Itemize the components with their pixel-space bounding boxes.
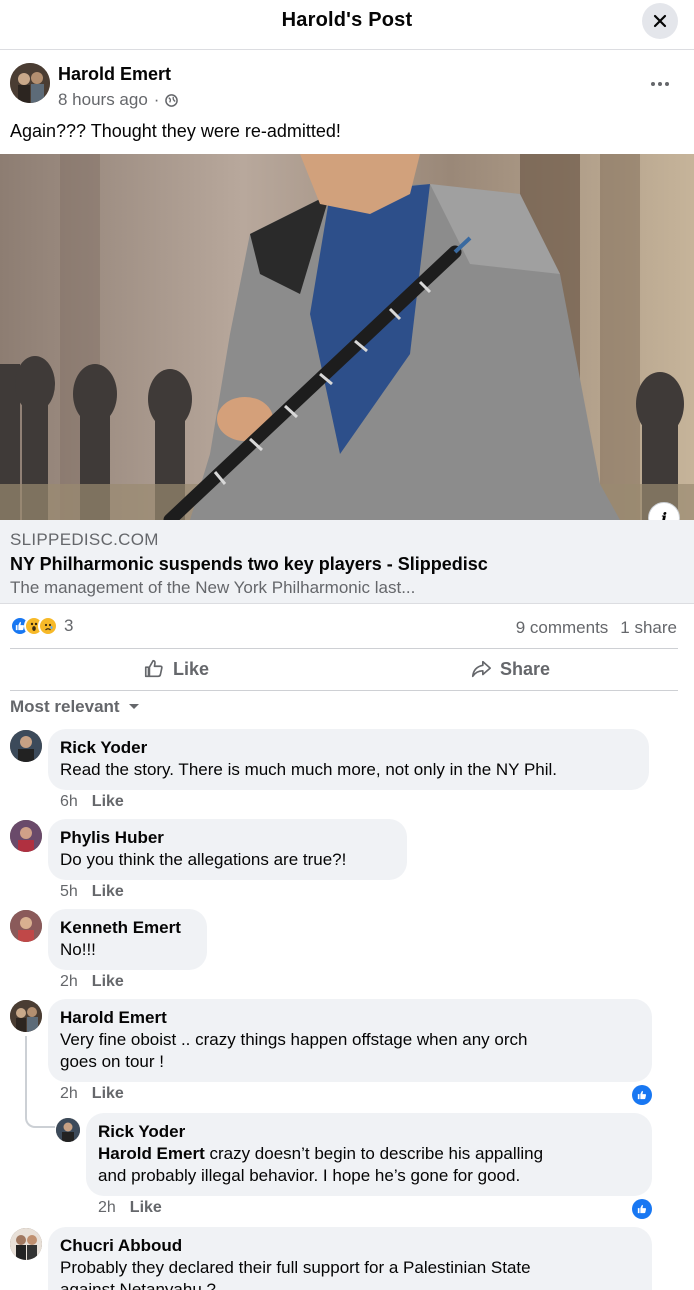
comment-time[interactable]: 5h: [60, 883, 78, 901]
link-description: The management of the New York Philharmo…: [10, 578, 416, 597]
comment-meta: 2h Like: [98, 1199, 162, 1217]
comment-text: Do you think the allegations are true?!: [60, 850, 347, 869]
comment-time[interactable]: 2h: [60, 1085, 78, 1103]
comment-text-line: Probably they declared their full suppor…: [60, 1258, 531, 1277]
mention-tag[interactable]: Harold Emert: [98, 1144, 205, 1163]
share-button-label: Share: [500, 658, 551, 679]
commenter-avatar[interactable]: [10, 730, 42, 762]
sort-label: Most relevant: [10, 697, 120, 716]
thumbs-up-icon: [637, 1090, 647, 1100]
comment-text: Read the story. There is much much more,…: [60, 760, 558, 779]
comment-bubble: Chucri Abboud Probably they declared the…: [48, 1227, 652, 1290]
comment-like-button[interactable]: Like: [92, 883, 124, 901]
comment-like-button[interactable]: Like: [130, 1199, 162, 1217]
comment-time[interactable]: 2h: [98, 1199, 116, 1217]
comment-time[interactable]: 6h: [60, 793, 78, 811]
shares-count[interactable]: 1 share: [620, 618, 677, 638]
comment-like-badge[interactable]: [632, 1085, 652, 1105]
comment-time[interactable]: 2h: [60, 973, 78, 991]
post-timestamp: 8 hours ago ·: [58, 90, 179, 110]
commenter-name[interactable]: Chucri Abboud: [60, 1235, 640, 1257]
comment-meta: 2h Like: [60, 973, 124, 991]
time-separator: ·: [153, 90, 160, 109]
commenter-name[interactable]: Rick Yoder: [98, 1121, 640, 1143]
like-button-label: Like: [173, 658, 210, 679]
commenter-name[interactable]: Kenneth Emert: [60, 917, 195, 939]
comment-bubble: Rick Yoder Read the story. There is much…: [48, 729, 649, 790]
post-stats: 9 comments 1 share: [516, 618, 677, 638]
comment-like-badge[interactable]: [632, 1199, 652, 1219]
comment-text-line: Very fine oboist .. crazy things happen …: [60, 1030, 528, 1049]
commenter-name[interactable]: Rick Yoder: [60, 737, 637, 759]
comment-like-button[interactable]: Like: [92, 793, 124, 811]
comments-count[interactable]: 9 comments: [516, 618, 609, 638]
comment-bubble: Harold Emert Very fine oboist .. crazy t…: [48, 999, 652, 1082]
link-title: NY Philharmonic suspends two key players…: [10, 554, 488, 574]
comment-like-button[interactable]: Like: [92, 973, 124, 991]
commenter-avatar[interactable]: [10, 820, 42, 852]
post-time-text[interactable]: 8 hours ago: [58, 90, 148, 110]
author-avatar[interactable]: [10, 63, 50, 103]
divider-top: [10, 648, 678, 649]
comment-text-line: and probably illegal behavior. I hope he…: [98, 1166, 521, 1185]
comment-text: No!!!: [60, 940, 96, 959]
reply-thread-line: [25, 1036, 55, 1128]
comment-meta: 6h Like: [60, 793, 124, 811]
close-button[interactable]: [642, 3, 678, 39]
sad-reaction-icon: [38, 616, 58, 636]
post-dialog-header: Harold's Post: [0, 0, 694, 50]
reactions-summary[interactable]: 3: [10, 616, 73, 636]
comment-text-line: goes on tour !: [60, 1052, 164, 1071]
commenter-name[interactable]: Harold Emert: [60, 1007, 640, 1029]
share-button[interactable]: Share: [470, 658, 550, 680]
reply-bubble: Rick Yoder Harold Emert crazy doesn’t be…: [86, 1113, 652, 1196]
post-options-button[interactable]: [640, 72, 680, 96]
globe-icon: [165, 93, 179, 107]
caret-down-icon: [128, 704, 139, 709]
reply-avatar[interactable]: [56, 1118, 80, 1142]
post-image[interactable]: [0, 154, 694, 520]
comment-sort-dropdown[interactable]: Most relevant: [10, 697, 140, 717]
share-arrow-icon: [471, 660, 491, 678]
commenter-avatar[interactable]: [10, 910, 42, 942]
thumbs-up-icon: [637, 1204, 647, 1214]
comment-meta: 5h Like: [60, 883, 124, 901]
comment-text-line: against Netanyahu ?: [60, 1280, 216, 1290]
comment-bubble: Kenneth Emert No!!!: [48, 909, 207, 970]
link-domain: SLIPPEDISC.COM: [10, 530, 159, 549]
dialog-title: Harold's Post: [281, 9, 413, 31]
reply-text: crazy doesn’t begin to describe his appa…: [204, 1144, 544, 1163]
link-preview[interactable]: SLIPPEDISC.COM NY Philharmonic suspends …: [0, 520, 694, 604]
comment-text-line: Harold Emert crazy doesn’t begin to desc…: [98, 1143, 640, 1165]
comment-like-button[interactable]: Like: [92, 1085, 124, 1103]
divider-bottom: [10, 690, 678, 691]
commenter-avatar[interactable]: [10, 1228, 42, 1260]
commenter-name[interactable]: Phylis Huber: [60, 827, 395, 849]
comment-bubble: Phylis Huber Do you think the allegation…: [48, 819, 407, 880]
comment-meta: 2h Like: [60, 1085, 124, 1103]
like-button[interactable]: Like: [143, 658, 209, 680]
reaction-count: 3: [64, 616, 74, 635]
post-author-name[interactable]: Harold Emert: [58, 64, 171, 85]
commenter-avatar[interactable]: [10, 1000, 42, 1032]
close-icon: [653, 14, 667, 28]
thumbs-up-icon: [144, 659, 163, 678]
post-text: Again??? Thought they were re-admitted!: [10, 121, 341, 141]
